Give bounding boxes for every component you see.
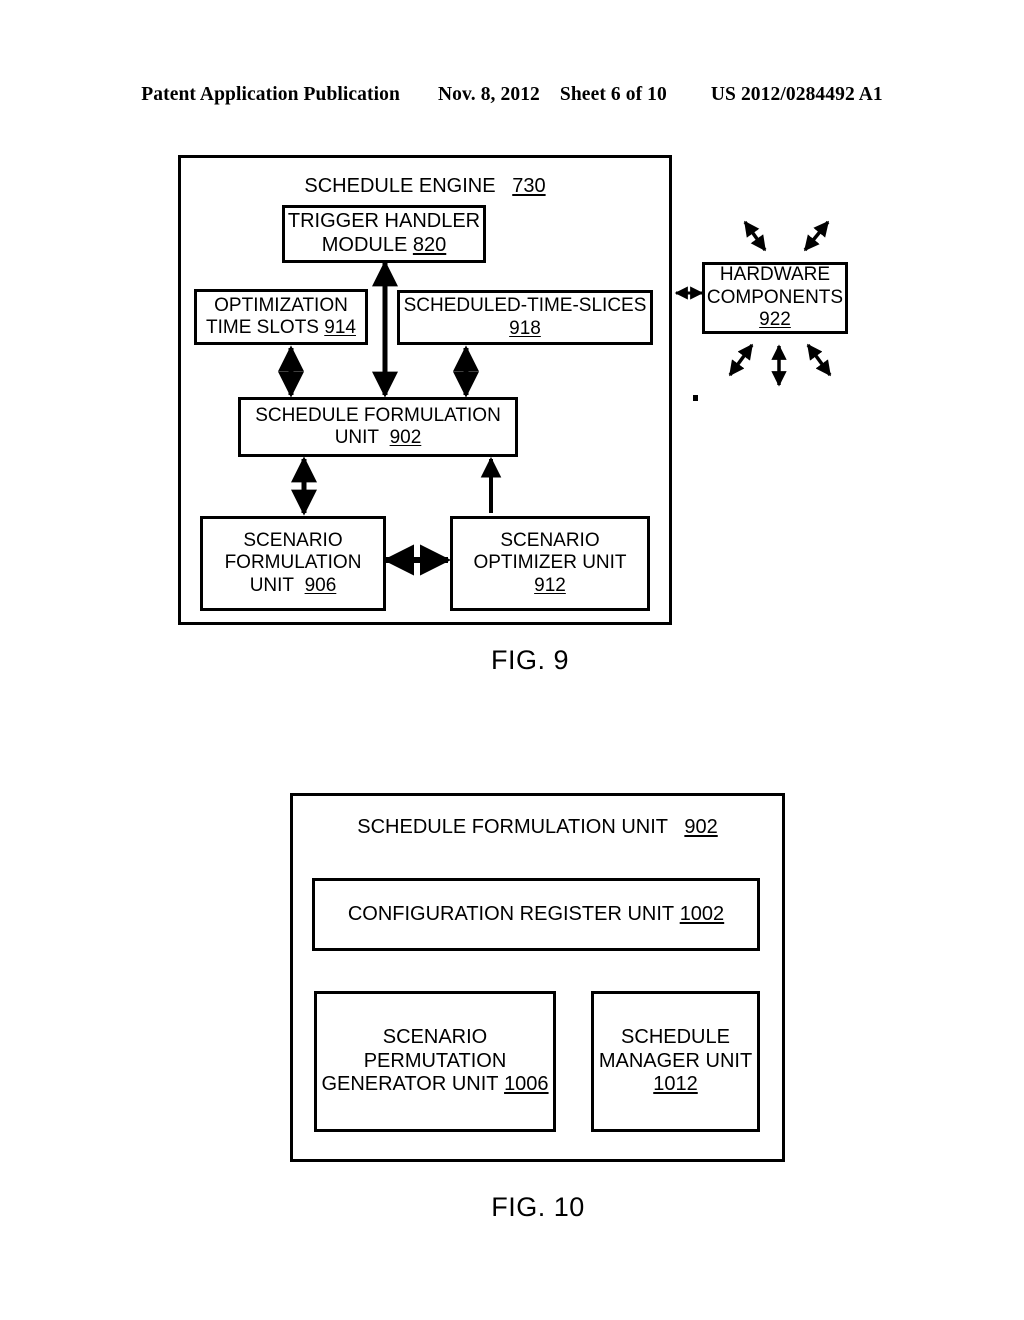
schedule-formulation-unit-line2: UNIT 902: [334, 427, 422, 448]
scenario-permutation-generator-unit-ref: 1006: [504, 1073, 549, 1096]
hardware-components-line1: HARDWARE: [719, 264, 831, 286]
schedule-engine-ref: 730: [512, 175, 546, 197]
configuration-register-unit-ref: 1002: [679, 902, 725, 925]
ink-speck-artifact: [693, 395, 698, 401]
header-publication-number: US 2012/0284492 A1: [710, 84, 883, 105]
figure-10-title: SCHEDULE FORMULATION UNIT 902: [293, 816, 782, 840]
optimization-time-slots-ref: 914: [324, 317, 356, 338]
scenario-optimizer-unit-line1: SCENARIO: [500, 529, 600, 551]
configuration-register-unit-box[interactable]: CONFIGURATION REGISTER UNIT 1002: [312, 878, 760, 951]
scenario-formulation-unit-ref: 906: [304, 574, 337, 596]
scheduled-time-slices-box[interactable]: SCHEDULED-TIME-SLICES 918: [397, 290, 653, 345]
arrow-hardware-radial-bottom-right: [806, 343, 832, 377]
schedule-formulation-unit-box[interactable]: SCHEDULE FORMULATION UNIT 902: [238, 397, 518, 457]
scheduled-time-slices-line1: SCHEDULED-TIME-SLICES: [403, 295, 647, 317]
scenario-permutation-generator-unit-line3: GENERATOR UNIT 1006: [321, 1073, 549, 1096]
schedule-manager-unit-line2: MANAGER UNIT: [598, 1049, 753, 1072]
schedule-manager-unit-ref: 1012: [653, 1073, 698, 1096]
configuration-register-unit-line1: CONFIGURATION REGISTER UNIT 1002: [347, 902, 725, 925]
scenario-formulation-unit-line2: FORMULATION: [224, 552, 362, 574]
schedule-formulation-unit-line1: SCHEDULE FORMULATION: [255, 404, 501, 426]
scenario-formulation-unit-line3: UNIT 906: [249, 574, 337, 596]
hardware-components-box[interactable]: HARDWARE COMPONENTS 922: [702, 262, 848, 334]
scenario-optimizer-unit-line2: OPTIMIZER UNIT: [473, 552, 627, 574]
figure-10-title-ref: 902: [684, 816, 718, 838]
scenario-permutation-generator-unit-line2: PERMUTATION: [363, 1049, 507, 1072]
arrow-hardware-radial-top-right: [803, 220, 830, 252]
header-sheet: Sheet 6 of 10: [559, 84, 667, 105]
header-publication: Patent Application Publication: [141, 84, 400, 105]
scenario-formulation-unit-line1: SCENARIO: [243, 529, 343, 551]
schedule-manager-unit-line1: SCHEDULE: [621, 1026, 730, 1049]
optimization-time-slots-box[interactable]: OPTIMIZATION TIME SLOTS 914: [194, 289, 368, 345]
scenario-optimizer-unit-ref: 912: [534, 574, 566, 596]
scheduled-time-slices-ref: 918: [509, 317, 541, 339]
scenario-permutation-generator-unit-box[interactable]: SCENARIO PERMUTATION GENERATOR UNIT 1006: [314, 991, 556, 1132]
arrow-hardware-radial-bottom-left: [728, 343, 754, 377]
trigger-handler-module-ref: 820: [412, 234, 447, 256]
schedule-engine-title: SCHEDULE ENGINE 730: [181, 175, 669, 199]
trigger-handler-module-line1: TRIGGER HANDLER: [287, 210, 481, 233]
trigger-handler-module-box[interactable]: TRIGGER HANDLER MODULE 820: [282, 205, 486, 263]
page-header: Patent Application Publication Nov. 8, 2…: [0, 84, 1024, 114]
hardware-components-line2: COMPONENTS: [706, 286, 844, 308]
schedule-engine-title-label: SCHEDULE ENGINE: [304, 175, 496, 197]
hardware-components-ref: 922: [759, 309, 791, 331]
schedule-manager-unit-box[interactable]: SCHEDULE MANAGER UNIT 1012: [591, 991, 760, 1132]
figure-10-caption: FIG. 10: [491, 1192, 585, 1222]
header-date: Nov. 8, 2012: [437, 84, 540, 105]
optimization-time-slots-line2: TIME SLOTS 914: [206, 317, 356, 338]
figure-9-caption: FIG. 9: [490, 645, 569, 675]
trigger-handler-module-line2: MODULE 820: [321, 234, 447, 256]
optimization-time-slots-line1: OPTIMIZATION: [214, 294, 348, 316]
scenario-optimizer-unit-box[interactable]: SCENARIO OPTIMIZER UNIT 912: [450, 516, 650, 611]
scenario-formulation-unit-box[interactable]: SCENARIO FORMULATION UNIT 906: [200, 516, 386, 611]
schedule-formulation-unit-ref: 902: [389, 427, 422, 448]
figure-10-title-label: SCHEDULE FORMULATION UNIT: [357, 816, 668, 838]
arrow-hardware-radial-top-left: [743, 220, 767, 252]
scenario-permutation-generator-unit-line1: SCENARIO: [382, 1026, 488, 1049]
